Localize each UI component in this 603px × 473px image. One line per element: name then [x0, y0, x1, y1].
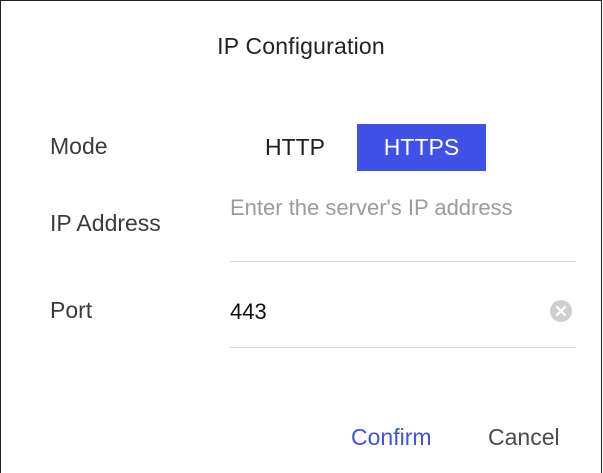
port-label: Port [50, 297, 93, 323]
mode-https-option[interactable]: HTTPS [357, 124, 486, 171]
cancel-button[interactable]: Cancel [488, 424, 560, 451]
mode-label: Mode [50, 133, 108, 159]
ip-address-label: IP Address [50, 210, 161, 236]
port-input[interactable] [230, 295, 530, 329]
mode-http-option[interactable]: HTTP [244, 124, 346, 171]
ip-address-input[interactable] [230, 191, 576, 257]
confirm-button[interactable]: Confirm [351, 424, 432, 451]
clear-circle-icon[interactable] [549, 299, 573, 323]
dialog-title: IP Configuration [217, 33, 385, 59]
port-field-container [230, 283, 576, 348]
ip-address-field-container [230, 191, 576, 262]
ip-configuration-dialog: IP Configuration Mode HTTP HTTPS IP Addr… [0, 0, 602, 473]
